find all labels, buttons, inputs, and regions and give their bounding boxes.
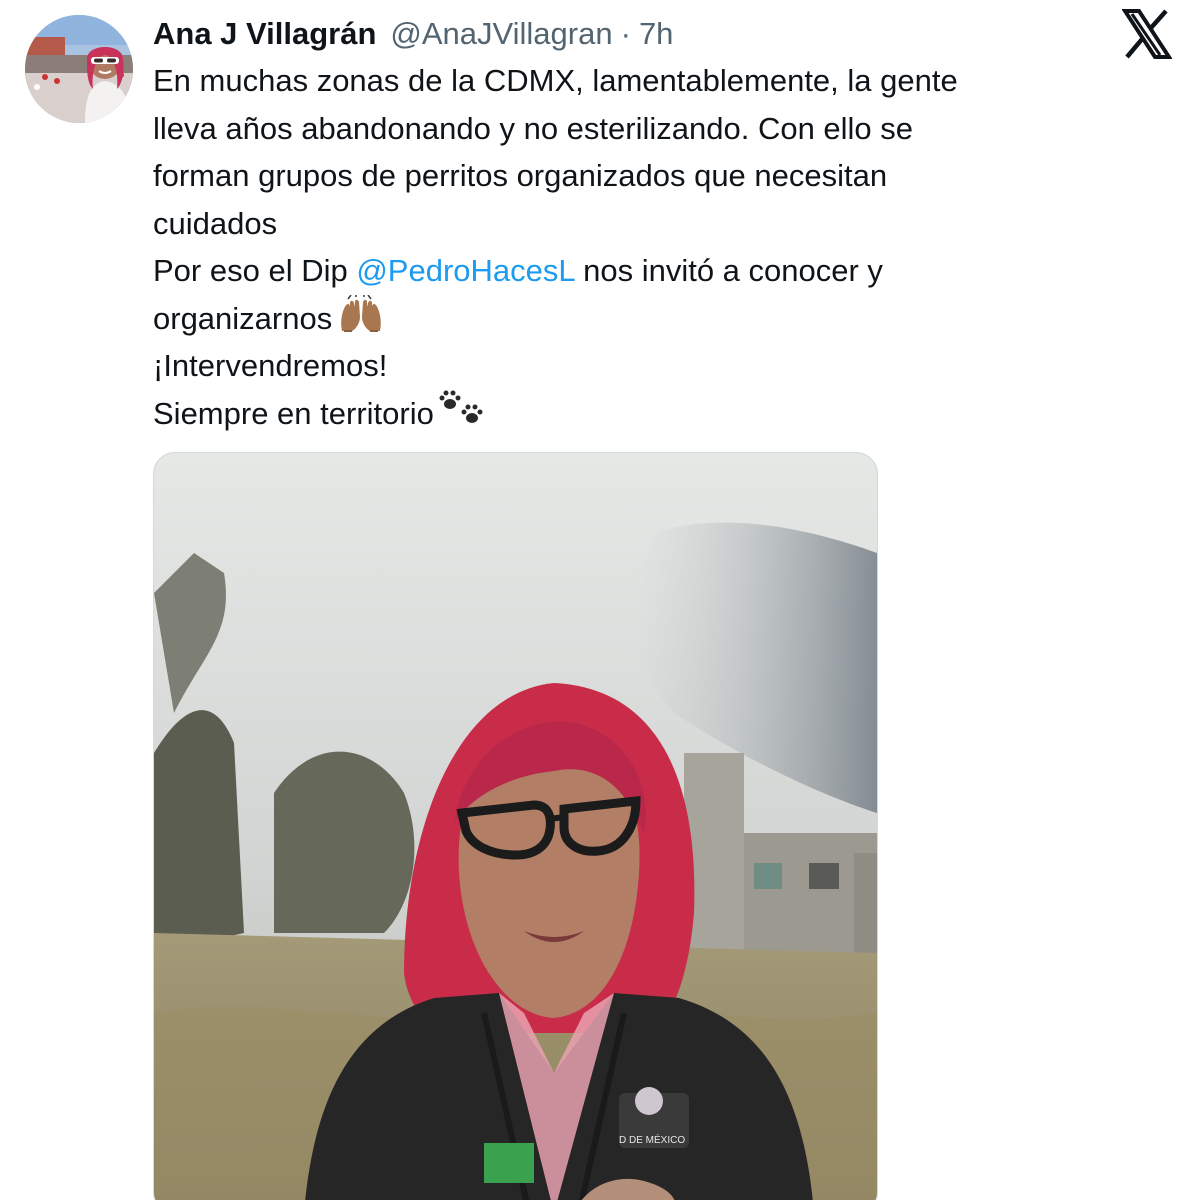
tweet-text-line: En muchas zonas de la CDMX, lamentableme… <box>153 63 958 98</box>
author-handle[interactable]: @AnaJVillagran <box>390 12 612 56</box>
video-frame: D DE MÉXICO <box>154 453 877 1200</box>
header-separator: · <box>620 16 631 51</box>
text-prefix: Por eso el Dip <box>153 253 357 288</box>
mention-link[interactable]: @PedroHacesL <box>356 253 574 288</box>
tweet-text-line: ¡Intervendremos! <box>153 348 388 383</box>
tweet-card: Ana J Villagrán @AnaJVillagran · 7h En m… <box>0 0 1200 1200</box>
author-display-name[interactable]: Ana J Villagrán <box>153 12 376 56</box>
x-logo-icon[interactable] <box>1121 8 1173 60</box>
raising-hands-icon <box>338 292 384 347</box>
badge-text: D DE MÉXICO <box>619 1133 685 1146</box>
tweet-text-line: forman grupos de perritos organizados qu… <box>153 158 888 193</box>
text-suffix: nos invitó a conocer y <box>574 253 883 288</box>
paw-prints-icon <box>436 390 486 442</box>
tweet-text-line: cuidados <box>153 205 278 241</box>
text-territorio: Siempre en territorio <box>153 395 434 431</box>
tweet-text-line-emoji: Siempre en territorio <box>153 390 1153 438</box>
text-organizarnos: organizarnos <box>153 300 333 336</box>
tweet-text-line: lleva años abandonando y no esterilizand… <box>153 110 914 146</box>
tweet-text-line-emoji: organizarnos <box>153 292 1153 343</box>
tweet-text-line-mention: Por eso el Dip @PedroHacesL nos invitó a… <box>153 247 1153 295</box>
tweet-text: En muchas zonas de la CDMX, lamentableme… <box>153 57 1153 437</box>
avatar-photo <box>25 15 133 123</box>
post-timestamp[interactable]: 7h <box>639 12 673 56</box>
video-thumbnail[interactable]: D DE MÉXICO <box>153 452 878 1200</box>
tweet-header: Ana J Villagrán @AnaJVillagran · 7h <box>153 12 673 56</box>
author-avatar[interactable] <box>25 15 133 123</box>
